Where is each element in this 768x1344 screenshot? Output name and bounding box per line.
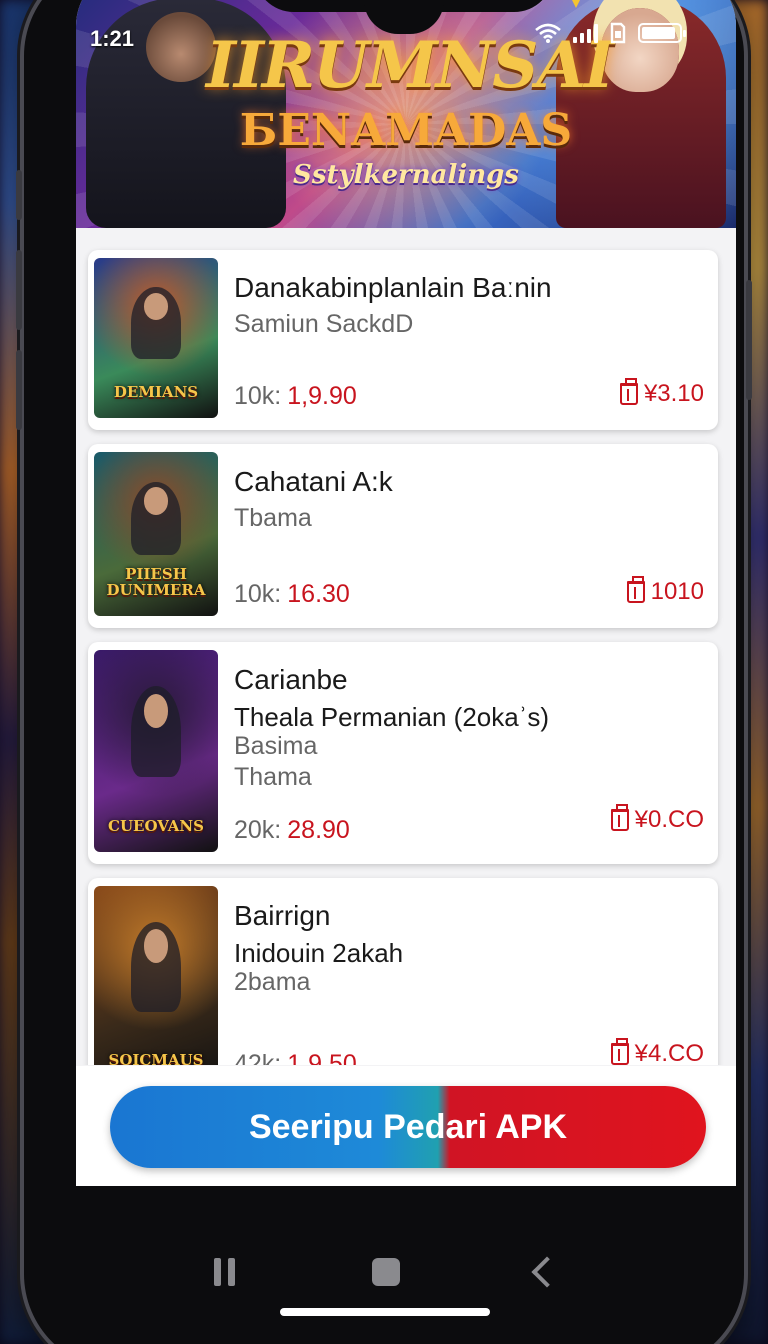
app-description: Inidouin 2akah <box>234 938 404 968</box>
thumbnail-character <box>131 286 181 359</box>
app-title: Carianbe <box>234 664 348 695</box>
thumbnail-logo-text: DEMIANS <box>113 383 199 401</box>
battery-level <box>642 27 676 39</box>
app-thumbnail[interactable]: DEMIANS <box>94 258 218 418</box>
thumbnail-art: SOICMAUS <box>94 886 218 1065</box>
cost-value: ¥3.10 <box>643 380 704 407</box>
thumbnail-character <box>131 922 181 1012</box>
cost-badge[interactable]: ¥0.CO <box>610 804 704 834</box>
app-card[interactable]: PIIESH DUNIMERA Cahatani A:k Tbama 10k: 16.3… <box>88 444 718 628</box>
download-count-label: 10k: <box>234 580 282 608</box>
thumbnail-art: PIIESH DUNIMERA <box>94 452 218 616</box>
app-description: Theala Permanian (2okaʾs) <box>234 702 550 732</box>
price-value: 16.30 <box>287 580 350 608</box>
app-subtitle: Basima <box>234 732 318 760</box>
thumbnail-character <box>131 481 181 556</box>
home-indicator[interactable] <box>280 1308 490 1316</box>
app-card[interactable]: CUEOVANS Carianbe Theala Permanian (2okaʾs… <box>88 642 718 864</box>
signal-icon <box>573 23 598 43</box>
back-icon[interactable] <box>531 1256 563 1288</box>
trash-icon <box>619 378 638 405</box>
wifi-icon <box>535 23 561 43</box>
thumbnail-character <box>131 686 181 778</box>
banner-tagline: Sstylkernalings <box>293 160 519 190</box>
phone-frame: IIRUMNSAI БENAMADAS Sstylkernalings DEMI… <box>16 0 752 1344</box>
banner-subtitle: БENAMADAS <box>239 105 573 156</box>
cost-badge[interactable]: ¥4.CO <box>610 1038 704 1065</box>
thumbnail-logo-text: SOICMAUS <box>108 1051 204 1065</box>
app-subtitle: Tbama <box>234 504 312 532</box>
app-thumbnail[interactable]: SOICMAUS <box>94 886 218 1065</box>
recent-apps-icon[interactable] <box>214 1258 235 1286</box>
system-nav-bar <box>52 1226 712 1336</box>
home-icon[interactable] <box>372 1258 400 1286</box>
power-button <box>746 280 752 400</box>
app-thumbnail[interactable]: PIIESH DUNIMERA <box>94 452 218 616</box>
download-count-label: 10k: <box>234 382 282 410</box>
mute-switch <box>16 170 22 220</box>
screen: IIRUMNSAI БENAMADAS Sstylkernalings DEMI… <box>76 0 736 1186</box>
thumbnail-art: CUEOVANS <box>94 650 218 852</box>
bunting-flag <box>566 0 586 8</box>
app-list[interactable]: DEMIANS Danakabinplanlain Baːnin Samiun Sa… <box>76 240 736 1065</box>
trash-icon <box>610 1038 629 1065</box>
app-title: Bairrign <box>234 900 331 931</box>
battery-icon <box>638 23 686 43</box>
cost-badge[interactable]: ¥3.10 <box>619 378 704 408</box>
app-subtitle: 2bama <box>234 968 311 996</box>
download-count: 10k: 1,9.90 <box>234 382 357 411</box>
status-time: 1:21 <box>90 26 135 51</box>
thumbnail-logo-text: PIIESH DUNIMERA <box>106 565 206 599</box>
trash-icon <box>626 576 645 603</box>
price-value: 1,9.90 <box>287 382 357 410</box>
volume-down-button <box>16 350 22 430</box>
app-subtitle: Samiun SackdD <box>234 310 414 338</box>
download-count-label: 42k: <box>234 1050 282 1065</box>
app-thumbnail[interactable]: CUEOVANS <box>94 650 218 852</box>
app-card[interactable]: SOICMAUS Bairrign Inidouin 2akah 2bama 42k: 1… <box>88 878 718 1065</box>
status-icons <box>535 22 686 44</box>
app-title: Cahatani A:k <box>234 466 393 497</box>
trash-icon <box>610 804 629 831</box>
download-apk-button[interactable]: Seeripu Pedari APK <box>110 1086 706 1168</box>
app-title: Danakabinplanlain Baːnin <box>234 272 552 303</box>
price-value: 28.90 <box>287 816 350 844</box>
cost-value: 1010 <box>650 578 704 605</box>
app-subtitle: Thama <box>234 763 312 791</box>
thumbnail-logo-text: CUEOVANS <box>108 817 204 835</box>
download-count: 10k: 16.30 <box>234 580 350 609</box>
download-count: 42k: 1.9.50 <box>234 1050 357 1065</box>
download-count: 20k: 28.90 <box>234 816 350 845</box>
download-count-label: 20k: <box>234 816 282 844</box>
thumbnail-art: DEMIANS <box>94 258 218 418</box>
footer: Seeripu Pedari APK <box>76 1066 736 1186</box>
cost-value: ¥4.CO <box>634 1040 704 1065</box>
sim-icon <box>610 22 626 44</box>
cost-badge[interactable]: 1010 <box>626 576 704 606</box>
cost-value: ¥0.CO <box>634 806 704 833</box>
volume-up-button <box>16 250 22 330</box>
price-value: 1.9.50 <box>287 1050 357 1065</box>
app-card[interactable]: DEMIANS Danakabinplanlain Baːnin Samiun Sa… <box>88 250 718 430</box>
